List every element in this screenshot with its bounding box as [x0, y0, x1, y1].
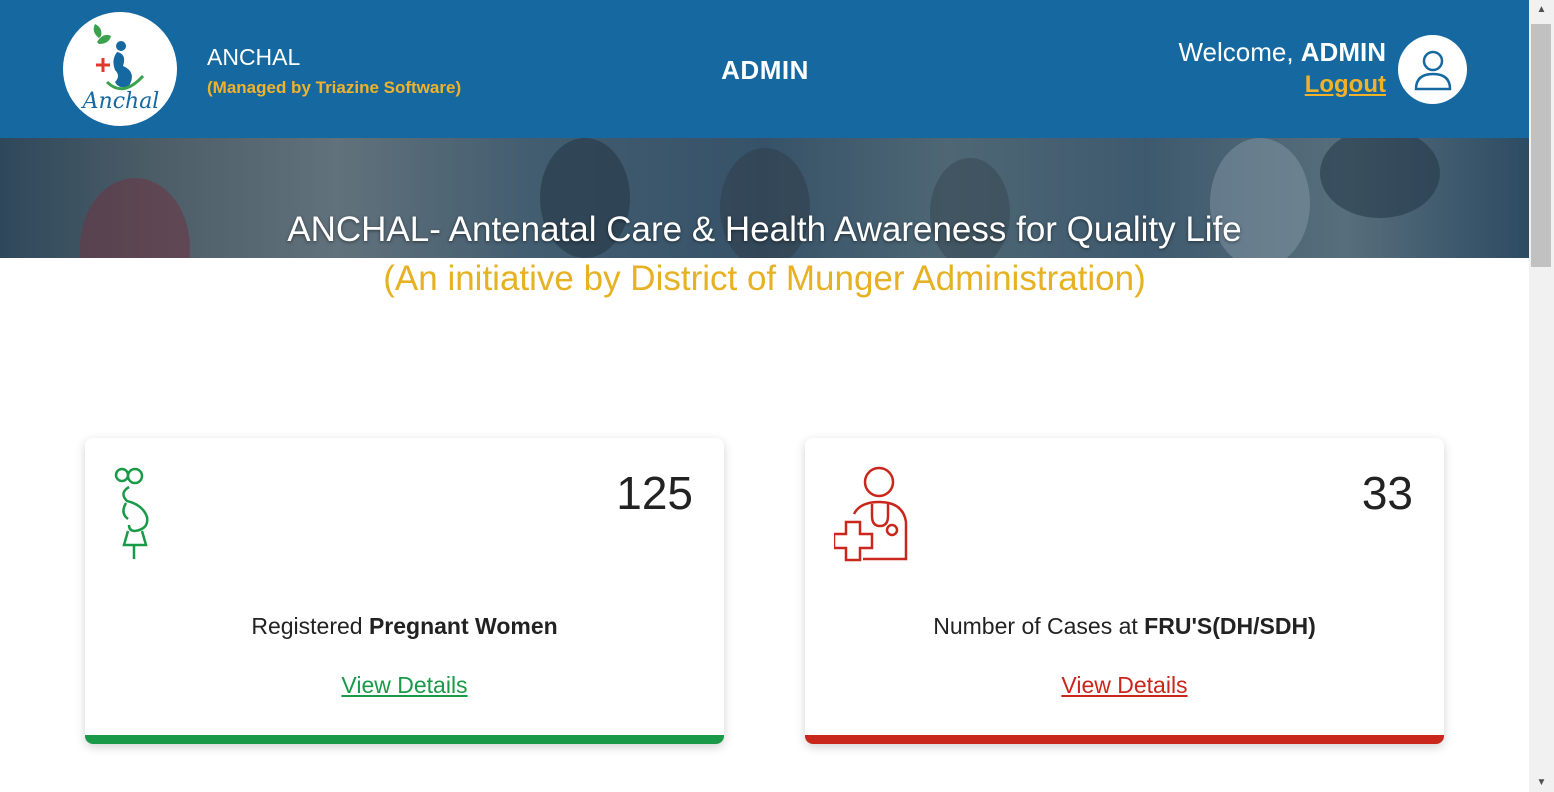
role-title: ADMIN [721, 55, 809, 85]
doctor-icon [832, 464, 912, 567]
anchal-logo[interactable]: Anchal [63, 12, 177, 126]
app-name: ANCHAL [207, 44, 301, 70]
welcome-prefix: Welcome, [1178, 37, 1294, 67]
fru-cases-label: Number of Cases at FRU'S(DH/SDH) [805, 613, 1444, 640]
fru-cases-view-details-link[interactable]: View Details [805, 672, 1444, 699]
fru-cases-label-bold: FRU'S(DH/SDH) [1144, 613, 1316, 639]
pregnant-woman-icon [112, 463, 160, 568]
pregnant-women-label-bold: Pregnant Women [368, 613, 558, 639]
pregnant-women-label-prefix: Registered [251, 613, 363, 639]
user-avatar[interactable] [1398, 35, 1467, 104]
user-icon [1414, 50, 1451, 90]
header: Anchal ANCHAL (Managed by Triazine Softw… [0, 0, 1529, 138]
scrollbar-thumb[interactable] [1531, 24, 1551, 267]
fru-cases-count: 33 [1361, 467, 1413, 519]
hero-subtitle: (An initiative by District of Munger Adm… [383, 259, 1146, 298]
scroll-up-icon[interactable]: ▲ [1529, 4, 1554, 15]
fru-cases-card: 33 Number of Cases at FRU'S(DH/SDH) View… [805, 438, 1444, 744]
pregnant-women-view-details-link[interactable]: View Details [85, 672, 724, 699]
fru-cases-card-bar [805, 735, 1444, 744]
hero-title: ANCHAL- Antenatal Care & Health Awarenes… [287, 210, 1242, 249]
managed-by: (Managed by Triazine Software) [207, 78, 462, 97]
anchal-logo-icon: Anchal [81, 24, 160, 114]
pregnant-women-card-bar [85, 735, 724, 744]
scroll-down-icon[interactable]: ▼ [1529, 777, 1554, 788]
vertical-scrollbar[interactable]: ▲ ▼ [1529, 0, 1554, 792]
logo-text: Anchal [81, 89, 160, 114]
username: ADMIN [1300, 37, 1386, 67]
welcome-text: Welcome, ADMIN [1178, 37, 1386, 68]
fru-cases-label-prefix: Number of Cases at [933, 613, 1138, 639]
pregnant-women-count: 125 [616, 467, 693, 519]
pregnant-women-card: 125 Registered Pregnant Women View Detai… [85, 438, 724, 744]
logout-link[interactable]: Logout [1305, 71, 1386, 99]
pregnant-women-label: Registered Pregnant Women [85, 613, 724, 640]
